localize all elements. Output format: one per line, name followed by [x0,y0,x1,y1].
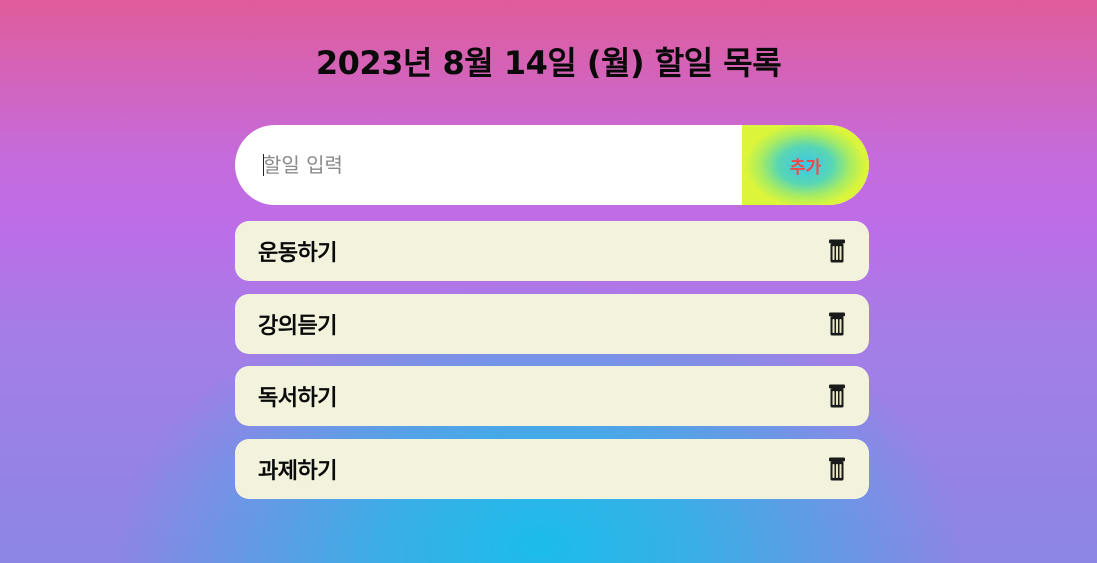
delete-button[interactable] [825,381,849,411]
delete-button[interactable] [825,309,849,339]
todo-text: 독서하기 [258,386,337,411]
todo-text: 강의듣기 [258,313,337,339]
todo-input[interactable] [235,125,742,205]
todo-item: 과제하기 [235,438,869,499]
trash-icon [829,384,845,408]
todo-text: 운동하기 [258,241,337,266]
delete-button[interactable] [825,236,849,266]
trash-icon [829,457,845,480]
page-title: 2023년 8월 14일 (월) 할일 목록 [315,44,782,82]
todo-input-row: 추가 [235,125,869,205]
todo-text: 과제하기 [258,458,337,484]
text-caret [263,154,264,176]
todo-item: 독서하기 [235,366,869,426]
todo-item: 강의듣기 [235,293,869,354]
add-button[interactable]: 추가 [742,125,869,205]
todo-item: 운동하기 [235,221,869,281]
trash-icon [829,239,845,263]
trash-icon [829,312,845,335]
delete-button[interactable] [825,454,849,484]
todo-list: 운동하기 강의듣기 독서하기 과제하기 [235,221,869,511]
